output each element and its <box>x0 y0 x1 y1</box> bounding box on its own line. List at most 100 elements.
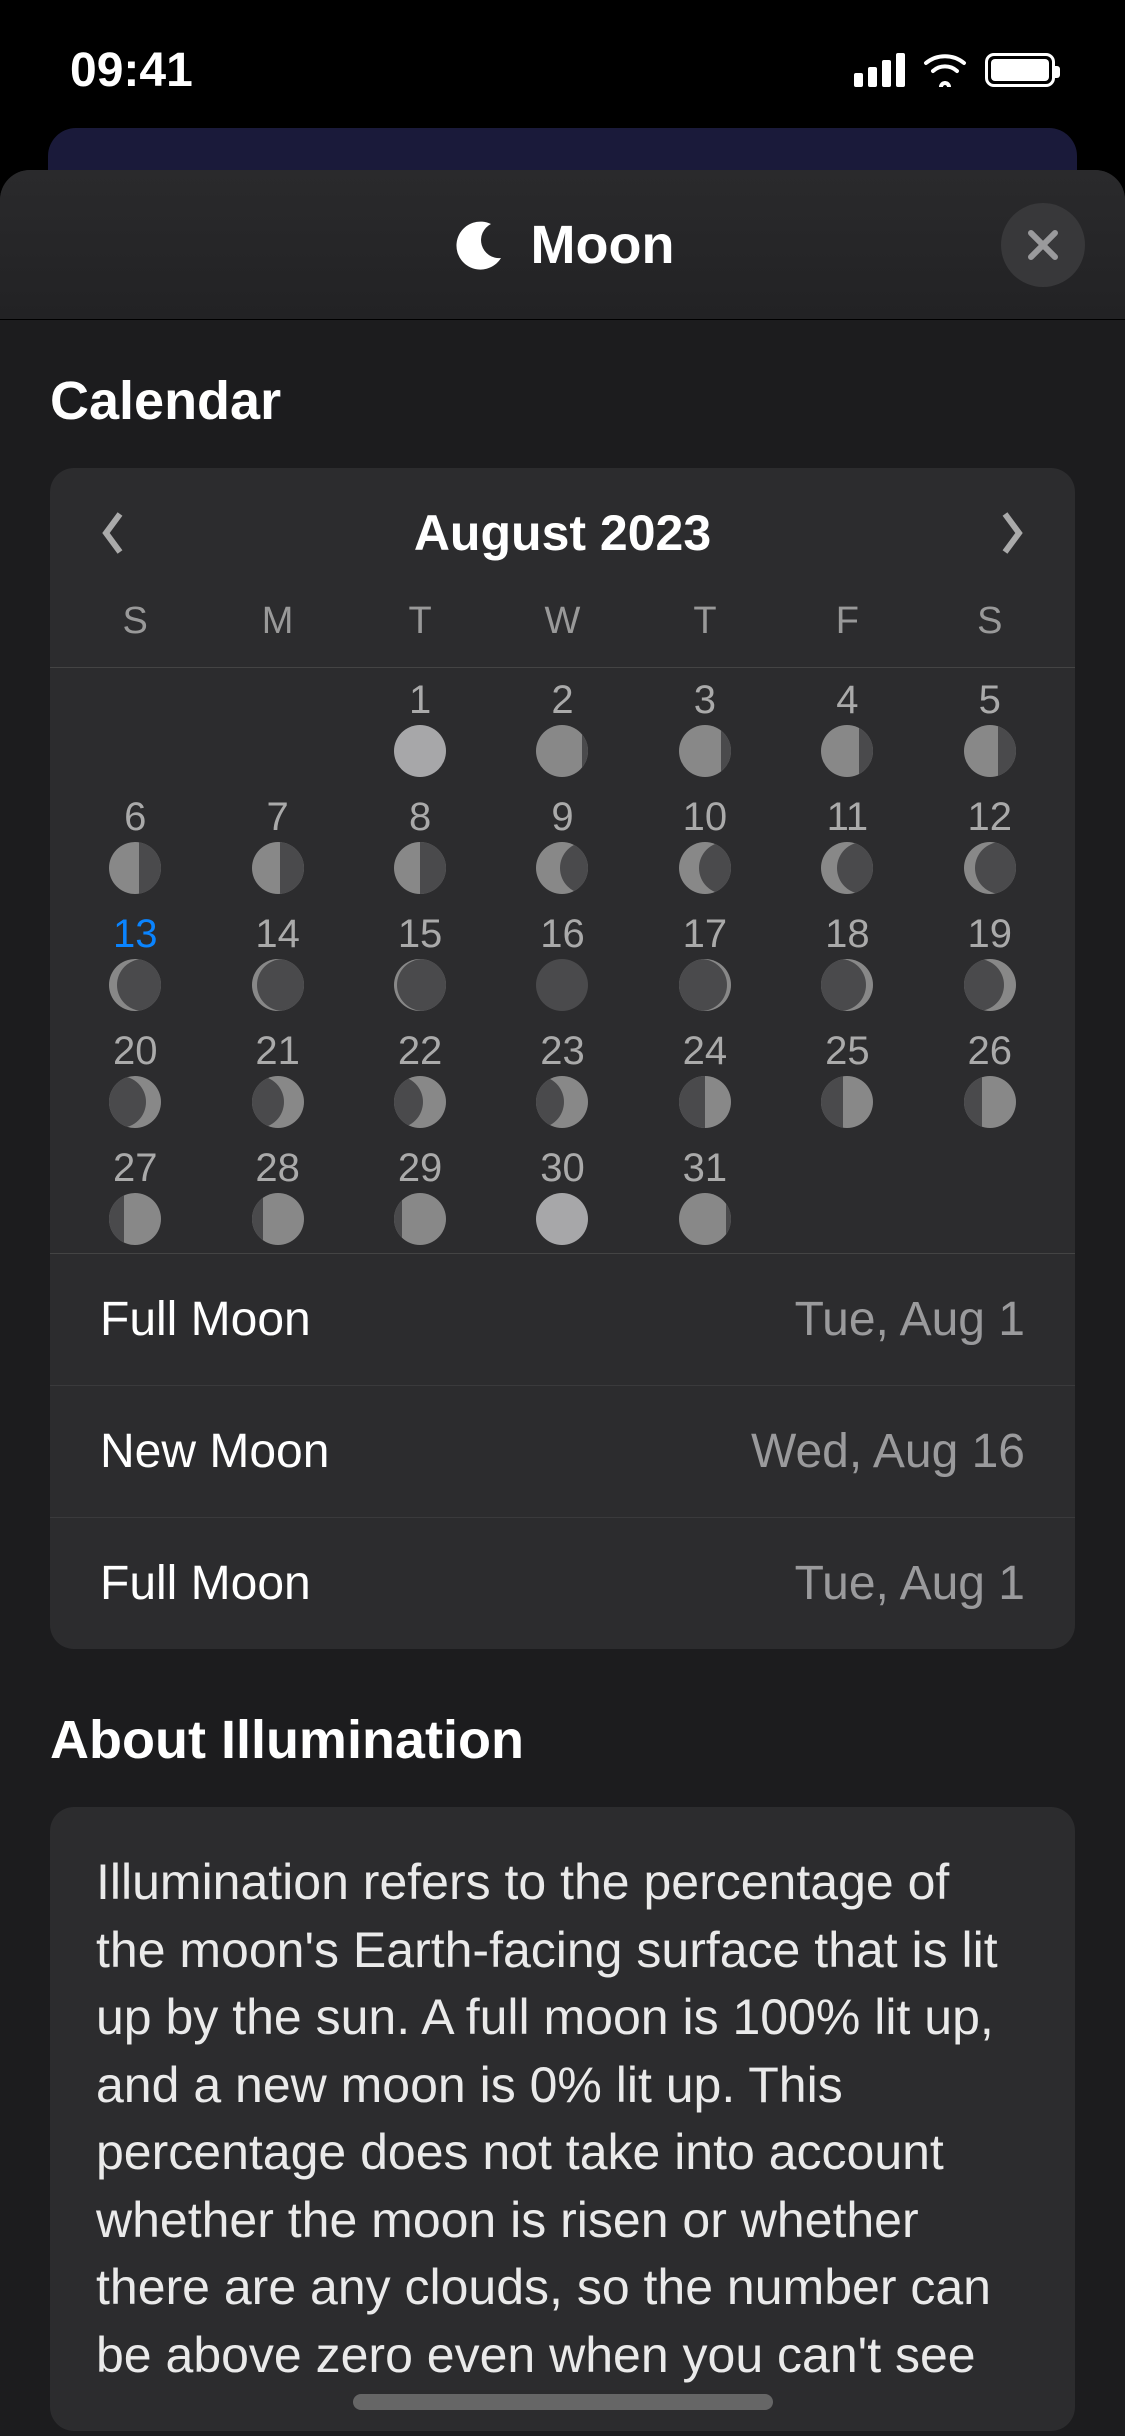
calendar-day[interactable]: 5 <box>919 668 1061 785</box>
weekday-label: T <box>634 580 776 667</box>
home-indicator[interactable] <box>353 2394 773 2410</box>
moon-phase-icon <box>109 842 161 894</box>
calendar-day[interactable]: 26 <box>919 1019 1061 1136</box>
day-number: 17 <box>683 912 728 957</box>
sheet-title: Moon <box>531 214 675 276</box>
moon-phase-icon <box>536 725 588 777</box>
status-bar: 09:41 <box>0 0 1125 140</box>
event-date: Tue, Aug 1 <box>795 1292 1025 1347</box>
calendar-day[interactable]: 21 <box>206 1019 348 1136</box>
moon-phase-icon <box>679 959 731 1011</box>
calendar-day[interactable]: 29 <box>349 1136 491 1253</box>
calendar-day <box>776 1136 918 1253</box>
calendar-day[interactable]: 22 <box>349 1019 491 1136</box>
weekday-label: M <box>206 580 348 667</box>
day-number: 12 <box>968 795 1013 840</box>
moon-event-row[interactable]: Full MoonTue, Aug 1 <box>50 1518 1075 1649</box>
calendar-week-row: 6 7 89 10 11 12 <box>50 785 1075 902</box>
day-number: 19 <box>968 912 1013 957</box>
weekday-label: F <box>776 580 918 667</box>
day-number: 13 <box>113 912 158 957</box>
calendar-day[interactable]: 23 <box>491 1019 633 1136</box>
day-number: 21 <box>255 1029 300 1074</box>
calendar-day[interactable]: 12 <box>919 785 1061 902</box>
day-number: 10 <box>683 795 728 840</box>
day-number: 11 <box>827 795 869 840</box>
moon-phase-icon <box>821 842 873 894</box>
day-number: 7 <box>267 795 289 840</box>
event-label: New Moon <box>100 1424 329 1479</box>
prev-month-button[interactable] <box>96 508 130 558</box>
calendar-day[interactable]: 4 <box>776 668 918 785</box>
calendar-day[interactable]: 8 <box>349 785 491 902</box>
calendar-day <box>64 668 206 785</box>
calendar-week-row: 1 234 5 <box>50 668 1075 785</box>
moon-phase-icon <box>679 1076 731 1128</box>
moon-phase-icon <box>964 959 1016 1011</box>
calendar-day[interactable]: 16 <box>491 902 633 1019</box>
close-button[interactable] <box>1001 203 1085 287</box>
moon-event-row[interactable]: Full Moon Tue, Aug 1 <box>50 1254 1075 1386</box>
weekday-header-row: SMTWTFS <box>50 580 1075 668</box>
moon-event-row[interactable]: New Moon Wed, Aug 16 <box>50 1386 1075 1518</box>
moon-phase-icon <box>821 725 873 777</box>
weekday-label: W <box>491 580 633 667</box>
weekday-label: S <box>919 580 1061 667</box>
calendar-week-row: 13 14 1516 17 18 19 <box>50 902 1075 1019</box>
calendar-day[interactable]: 6 <box>64 785 206 902</box>
calendar-day[interactable]: 18 <box>776 902 918 1019</box>
day-number: 1 <box>409 678 431 723</box>
day-number: 22 <box>398 1029 443 1074</box>
calendar-card: August 2023 SMTWTFS 12345678910111213141… <box>50 468 1075 1649</box>
moon-phase-icon <box>252 842 304 894</box>
calendar-day[interactable]: 10 <box>634 785 776 902</box>
moon-phase-icon <box>109 959 161 1011</box>
moon-phase-icon <box>821 959 873 1011</box>
calendar-day[interactable]: 9 <box>491 785 633 902</box>
calendar-day[interactable]: 25 <box>776 1019 918 1136</box>
calendar-day[interactable]: 14 <box>206 902 348 1019</box>
day-number: 26 <box>968 1029 1013 1074</box>
calendar-day[interactable]: 27 <box>64 1136 206 1253</box>
day-number: 28 <box>255 1146 300 1191</box>
moon-phase-icon <box>536 842 588 894</box>
moon-events-list: Full MoonTue, Aug 1New MoonWed, Aug 16Fu… <box>50 1253 1075 1649</box>
moon-phase-icon <box>536 1193 588 1245</box>
calendar-day[interactable]: 31 <box>634 1136 776 1253</box>
about-card: Illumination refers to the percentage of… <box>50 1807 1075 2431</box>
event-date: Wed, Aug 16 <box>751 1424 1025 1479</box>
calendar-day[interactable]: 11 <box>776 785 918 902</box>
calendar-day[interactable]: 1 <box>349 668 491 785</box>
day-number: 27 <box>113 1146 158 1191</box>
calendar-grid: 1234567891011121314151617181920212223242… <box>50 668 1075 1253</box>
day-number: 31 <box>683 1146 728 1191</box>
about-section-title: About Illumination <box>50 1709 1075 1771</box>
calendar-day[interactable]: 28 <box>206 1136 348 1253</box>
calendar-day[interactable]: 13 <box>64 902 206 1019</box>
moon-phase-icon <box>252 959 304 1011</box>
moon-phase-icon <box>536 1076 588 1128</box>
next-month-button[interactable] <box>995 508 1029 558</box>
event-label: Full Moon <box>100 1292 311 1347</box>
calendar-day[interactable]: 24 <box>634 1019 776 1136</box>
battery-icon <box>985 53 1055 87</box>
calendar-day[interactable]: 30 <box>491 1136 633 1253</box>
day-number: 14 <box>255 912 300 957</box>
calendar-day[interactable]: 7 <box>206 785 348 902</box>
moon-phase-icon <box>536 959 588 1011</box>
day-number: 24 <box>683 1029 728 1074</box>
calendar-day[interactable]: 15 <box>349 902 491 1019</box>
calendar-day[interactable]: 2 <box>491 668 633 785</box>
day-number: 6 <box>124 795 146 840</box>
calendar-week-row: 20 21 22 23 24 25 26 <box>50 1019 1075 1136</box>
day-number: 5 <box>979 678 1001 723</box>
calendar-day[interactable]: 20 <box>64 1019 206 1136</box>
weekday-label: T <box>349 580 491 667</box>
moon-phase-icon <box>394 1076 446 1128</box>
calendar-day[interactable]: 19 <box>919 902 1061 1019</box>
about-text: Illumination refers to the percentage of… <box>50 1807 1075 2431</box>
calendar-day[interactable]: 3 <box>634 668 776 785</box>
calendar-day[interactable]: 17 <box>634 902 776 1019</box>
moon-phase-icon <box>964 725 1016 777</box>
moon-phase-icon <box>679 842 731 894</box>
